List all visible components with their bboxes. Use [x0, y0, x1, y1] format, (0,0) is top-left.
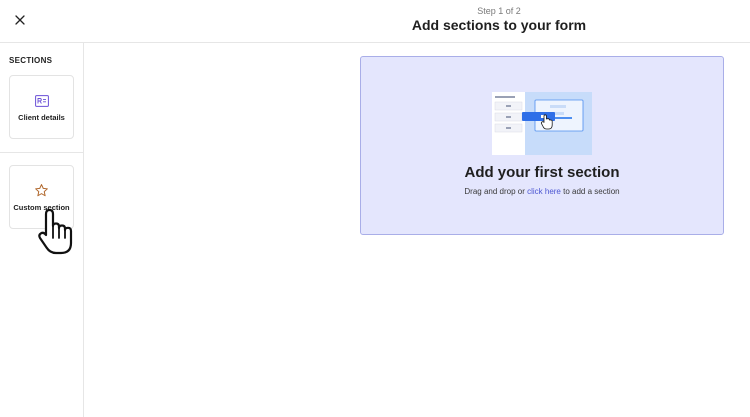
step-indicator: Step 1 of 2: [477, 6, 521, 16]
drop-zone-text-before: Drag and drop or: [464, 187, 528, 196]
drop-zone-title: Add your first section: [464, 164, 620, 181]
sidebar-heading: SECTIONS: [9, 56, 53, 65]
click-here-link[interactable]: click here: [527, 187, 561, 196]
client-card-icon: [34, 93, 50, 109]
header-bar: Step 1 of 2 Add sections to your form: [0, 0, 750, 43]
sidebar-divider: [0, 152, 84, 153]
close-button[interactable]: [11, 11, 29, 29]
close-icon: [15, 15, 25, 25]
drop-zone-description: Drag and drop or click here to add a sec…: [361, 187, 723, 196]
star-icon: [34, 183, 50, 199]
section-tile-custom-section[interactable]: Custom section: [9, 165, 74, 229]
drag-drop-illustration: [492, 92, 592, 155]
section-tile-client-details[interactable]: Client details: [9, 75, 74, 139]
section-tile-label: Client details: [18, 112, 65, 122]
page-title: Add sections to your form: [411, 17, 587, 33]
section-drop-zone[interactable]: Add your first section Drag and drop or …: [360, 56, 724, 235]
drop-zone-text-after: to add a section: [560, 187, 620, 196]
sections-sidebar: SECTIONS Client details Custom section: [0, 43, 84, 417]
section-tile-label: Custom section: [13, 202, 70, 212]
